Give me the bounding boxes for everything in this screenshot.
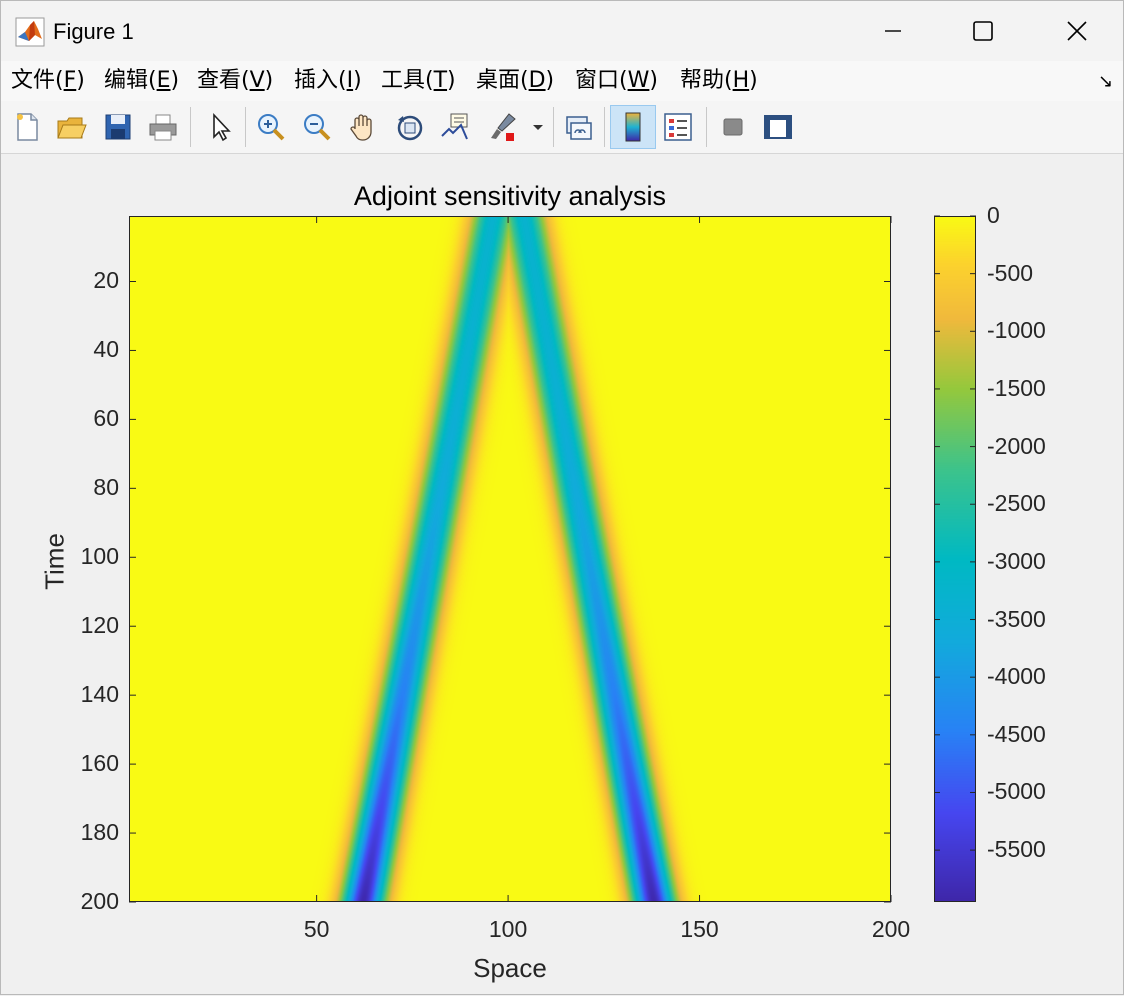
y-tick-label: 160 (80, 750, 119, 777)
x-axis-label: Space (473, 953, 547, 983)
y-tick-label: 80 (93, 474, 119, 501)
colorbar-tick-label: -1000 (987, 317, 1046, 344)
maximize-button[interactable] (937, 1, 1029, 61)
colorbar-tick-label: -2000 (987, 432, 1046, 459)
x-tick-label: 150 (680, 916, 719, 942)
colorbar-tick-label: -2500 (987, 490, 1046, 517)
new-figure-button[interactable] (7, 105, 47, 149)
y-tick-label: 100 (80, 543, 119, 570)
colorbar-tick-label: -3500 (987, 605, 1046, 632)
show-plot-tools-button[interactable] (758, 105, 798, 149)
rotate-3d-icon (397, 115, 423, 141)
zoom-in-icon (258, 114, 285, 141)
print-icon (149, 114, 177, 141)
zoom-in-button[interactable] (251, 105, 291, 149)
colorbar-box (934, 216, 976, 902)
toolbar-separator (706, 107, 707, 147)
print-button[interactable] (143, 105, 183, 149)
pan-hand-icon (350, 114, 372, 141)
hide-plot-tools-icon (723, 118, 743, 136)
open-icon (57, 117, 87, 139)
menu-dock-arrow-icon[interactable]: ↘ (1098, 71, 1113, 92)
menu-desktop[interactable]: 桌面(D) (476, 65, 554, 97)
link-plot-button[interactable] (559, 105, 599, 149)
menu-insert[interactable]: 插入(I) (294, 65, 362, 97)
data-cursor-icon (441, 113, 468, 140)
figure-toolbar (1, 101, 1123, 154)
colorbar-tick-label: -5500 (987, 836, 1046, 863)
menu-window[interactable]: 窗口(W) (575, 65, 658, 97)
legend-icon (664, 113, 692, 141)
toolbar-separator (190, 107, 191, 147)
rotate-button[interactable] (390, 105, 430, 149)
y-tick-label: 40 (93, 336, 119, 363)
y-tick-label: 140 (80, 681, 119, 708)
menu-edit[interactable]: 编辑(E) (104, 65, 179, 97)
open-button[interactable] (51, 105, 91, 149)
axes-box (129, 216, 891, 902)
colorbar-tick-label: -4500 (987, 720, 1046, 747)
brush-dropdown-icon (533, 125, 543, 130)
brush-icon (491, 113, 516, 141)
y-tick-label: 180 (80, 819, 119, 846)
x-tick-label: 50 (303, 916, 330, 942)
close-icon (1067, 21, 1087, 41)
menu-tools[interactable]: 工具(T) (381, 65, 456, 97)
menu-help[interactable]: 帮助(H) (680, 65, 758, 97)
zoom-out-button[interactable] (297, 105, 337, 149)
colorbar-icon (625, 112, 641, 142)
minimize-icon (885, 30, 901, 32)
y-tick-label: 20 (93, 267, 119, 294)
link-plot-icon (566, 116, 592, 140)
save-button[interactable] (98, 105, 138, 149)
show-plot-tools-icon (764, 115, 792, 139)
select-button[interactable] (200, 105, 240, 149)
toolbar-separator (245, 107, 246, 147)
chart-title: Adjoint sensitivity analysis (353, 181, 667, 211)
colorbar-tick-label: -3000 (987, 547, 1046, 574)
y-tick-label: 200 (80, 888, 119, 914)
data-cursor-button[interactable] (435, 105, 475, 149)
matlab-logo-icon (15, 17, 45, 47)
menu-view[interactable]: 查看(V) (197, 65, 273, 97)
toolbar-separator (604, 107, 605, 147)
close-button[interactable] (1031, 1, 1123, 61)
hide-plot-tools-button[interactable] (713, 105, 753, 149)
menu-bar: 文件(F) 编辑(E) 查看(V) 插入(I) 工具(T) 桌面(D) 窗口(W… (1, 61, 1123, 101)
window-title: Figure 1 (53, 19, 134, 44)
brush-button[interactable] (483, 105, 523, 149)
colorbar-tick-label: -500 (987, 259, 1034, 286)
brush-dropdown-button[interactable] (527, 105, 549, 149)
menu-file[interactable]: 文件(F) (11, 65, 85, 97)
legend-button[interactable] (658, 105, 698, 149)
figure-window: Figure 1 文件(F) 编辑(E) 查看(V) 插入(I) 工具(T) 桌… (0, 0, 1124, 995)
minimize-button[interactable] (847, 1, 939, 61)
x-tick-label: 200 (871, 916, 911, 942)
colorbar-tick-label: 0 (987, 202, 1000, 228)
zoom-out-icon (304, 114, 331, 141)
colorbar-button[interactable] (610, 105, 656, 149)
title-bar: Figure 1 (1, 1, 1123, 61)
colorbar-tick-label: -5000 (987, 778, 1046, 805)
pan-button[interactable] (343, 105, 383, 149)
y-tick-label: 120 (80, 612, 119, 639)
x-tick-label: 100 (488, 916, 528, 942)
select-arrow-icon (213, 112, 231, 142)
maximize-icon (973, 21, 993, 41)
colorbar-tick-label: -1500 (987, 374, 1046, 401)
save-icon (105, 114, 131, 140)
toolbar-separator (553, 107, 554, 147)
new-figure-icon (17, 113, 38, 141)
colorbar-tick-label: -4000 (987, 663, 1046, 690)
y-tick-label: 60 (93, 405, 119, 432)
